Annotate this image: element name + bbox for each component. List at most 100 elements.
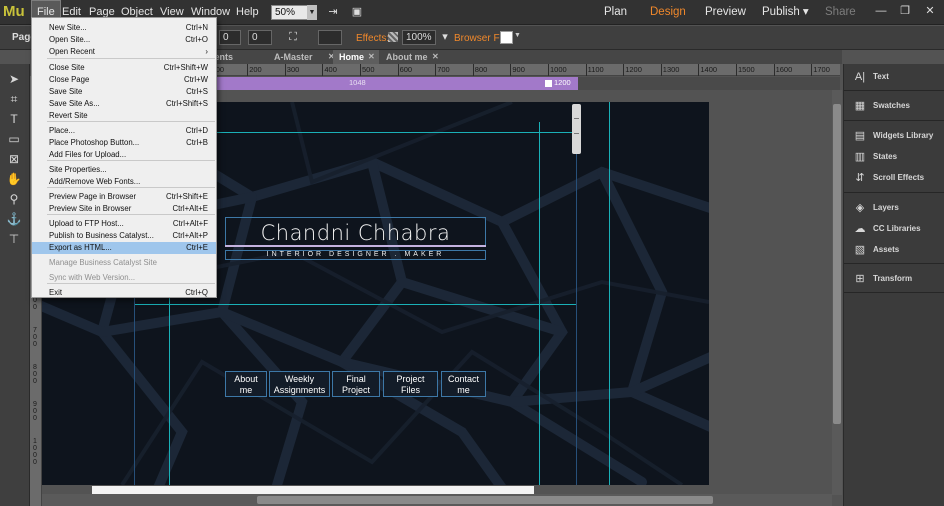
menu-item-export-as-html[interactable]: Export as HTML... Ctrl+E <box>32 242 216 254</box>
anchor-tool-icon[interactable]: ⚓ <box>5 210 23 228</box>
site-title-box[interactable]: Chandni Chhabra <box>225 217 486 247</box>
menu-item-save-site-as[interactable]: Save Site As... Ctrl+Shift+S <box>32 98 216 110</box>
browser-fill-dropdown-icon[interactable]: ▼ <box>514 32 521 39</box>
breakpoint-width-label: 1200 <box>554 78 571 87</box>
layout-guide <box>609 102 610 485</box>
swatches-icon: ▦ <box>854 100 866 112</box>
zoom-dropdown-icon[interactable]: ▼ <box>307 5 317 20</box>
panel-assets[interactable]: ▧ Assets <box>844 241 944 261</box>
view-options-icon[interactable]: ▣ <box>349 5 365 19</box>
browser-fill-swatch[interactable] <box>500 31 513 44</box>
scroll-thumb[interactable] <box>833 104 841 424</box>
divider <box>844 263 944 264</box>
panel-swatches[interactable]: ▦ Swatches <box>844 97 944 117</box>
menu-item-place-photoshop-button[interactable]: Place Photoshop Button... Ctrl+B <box>32 137 216 149</box>
mode-design[interactable]: Design <box>650 0 686 24</box>
menu-item-new-site[interactable]: New Site... Ctrl+N <box>32 22 216 34</box>
ruler-tick <box>472 64 474 76</box>
ruler-tick <box>623 64 625 76</box>
page-navigate-icon[interactable]: ⇥ <box>325 5 341 19</box>
close-icon[interactable]: ✕ <box>368 50 375 64</box>
horizontal-scrollbar[interactable] <box>42 494 832 506</box>
tab-home[interactable]: Home ✕ <box>333 50 379 64</box>
ruler-digit: 7 <box>33 327 37 334</box>
tab-a-master[interactable]: A-Master ✕ <box>268 50 338 64</box>
ruler-label: 900 <box>512 65 525 74</box>
tab-about-me[interactable]: About me ✕ <box>380 50 444 64</box>
menu-item-preview-page-in-browser[interactable]: Preview Page in Browser Ctrl+Shift+E <box>32 191 216 203</box>
site-title: Chandni Chhabra <box>260 221 451 245</box>
panel-widgets-library[interactable]: ▤ Widgets Library <box>844 127 944 147</box>
ruler-tick <box>360 64 361 76</box>
menu-item-upload-to-ftp-host[interactable]: Upload to FTP Host... Ctrl+Alt+F <box>32 218 216 230</box>
menu-item-revert-site[interactable]: Revert Site <box>32 110 216 122</box>
menu-item-place[interactable]: Place... Ctrl+D <box>32 125 216 137</box>
menu-item-add-remove-web-fonts[interactable]: Add/Remove Web Fonts... <box>32 176 216 188</box>
site-subtitle-box[interactable]: INTERIOR DESIGNER . MAKER <box>225 250 486 260</box>
align-tool-icon[interactable]: ⊤ <box>5 230 23 248</box>
scroll-thumb[interactable] <box>257 496 713 504</box>
submenu-arrow-icon: › <box>205 47 208 56</box>
minimize-button[interactable]: — <box>874 2 888 20</box>
panel-layers[interactable]: ◈ Layers <box>844 199 944 219</box>
panel-cc-libraries[interactable]: ☁ CC Libraries <box>844 220 944 240</box>
tab-label: About me <box>386 52 428 62</box>
menu-item-site-properties[interactable]: Site Properties... <box>32 164 216 176</box>
position-field-1[interactable]: 0 <box>219 30 241 45</box>
menu-item-label: Close Site <box>49 63 85 72</box>
maximize-button[interactable]: ❐ <box>898 2 912 20</box>
tab-label: A-Master <box>274 52 313 62</box>
panel-transform[interactable]: ⊞ Transform <box>844 270 944 290</box>
effects-icon[interactable] <box>388 32 398 42</box>
text-tool-icon[interactable]: T <box>5 110 23 128</box>
close-window-button[interactable]: ✕ <box>923 2 937 20</box>
menu-item-open-site[interactable]: Open Site... Ctrl+O <box>32 34 216 46</box>
opacity-dropdown-icon[interactable]: ▾ <box>437 30 453 44</box>
breakpoint-marker[interactable] <box>545 80 552 87</box>
menu-item-exit[interactable]: Exit Ctrl+Q <box>32 287 216 299</box>
panel-text[interactable]: A| Text <box>844 68 944 88</box>
image-frame-tool-icon[interactable]: ⊠ <box>5 150 23 168</box>
menu-item-save-site[interactable]: Save Site Ctrl+S <box>32 86 216 98</box>
size-field[interactable] <box>318 30 342 45</box>
tools-panel: ➤ ⌗ T ▭ ⊠ ✋ ⚲ ⚓ ⊤ <box>0 64 30 506</box>
menu-item-close-page[interactable]: Close Page Ctrl+W <box>32 74 216 86</box>
menu-item-close-site[interactable]: Close Site Ctrl+Shift+W <box>32 62 216 74</box>
divider <box>844 90 944 91</box>
zoom-tool-icon[interactable]: ⚲ <box>5 190 23 208</box>
menu-item-publish-to-business-catalyst[interactable]: Publish to Business Catalyst... Ctrl+Alt+… <box>32 230 216 242</box>
opacity-field[interactable]: 100% <box>402 30 436 45</box>
hand-tool-icon[interactable]: ✋ <box>5 170 23 188</box>
panel-states[interactable]: ▥ States <box>844 148 944 168</box>
ruler-tick <box>773 64 775 76</box>
position-field-2[interactable]: 0 <box>248 30 272 45</box>
layout-guide <box>576 122 577 485</box>
menu-item-preview-site-in-browser[interactable]: Preview Site in Browser Ctrl+Alt+E <box>32 203 216 215</box>
ruler-label: 1000 <box>31 438 39 466</box>
close-icon[interactable]: ✕ <box>432 50 439 64</box>
mode-plan[interactable]: Plan <box>604 0 627 24</box>
selection-tool-icon[interactable]: ➤ <box>5 70 23 88</box>
mode-publish[interactable]: Publish ▾ <box>762 0 809 24</box>
mode-preview[interactable]: Preview <box>705 0 746 24</box>
menu-separator <box>47 58 215 59</box>
crop-tool-icon[interactable]: ⌗ <box>5 90 23 108</box>
menu-help[interactable]: Help <box>231 0 264 24</box>
menu-item-label: Preview Page in Browser <box>49 192 137 201</box>
ruler-label: 1000 <box>550 65 567 74</box>
ruler-tick <box>736 64 737 76</box>
nav-project-files[interactable]: Project Files <box>383 371 438 397</box>
menu-item-shortcut: Ctrl+W <box>183 75 208 84</box>
ruler-tick <box>322 64 324 76</box>
vertical-scrollbar[interactable] <box>832 90 842 495</box>
bounds-icon[interactable]: ⛶ <box>285 30 301 44</box>
nav-contact-me[interactable]: Contact me <box>441 371 486 397</box>
menu-item-open-recent[interactable]: Open Recent › <box>32 46 216 58</box>
nav-about-me[interactable]: About me <box>225 371 267 397</box>
nav-final-project[interactable]: Final Project <box>332 371 380 397</box>
rectangle-tool-icon[interactable]: ▭ <box>5 130 23 148</box>
ruler-label: 1600 <box>775 65 793 74</box>
menu-item-add-files-for-upload[interactable]: Add Files for Upload... <box>32 149 216 161</box>
nav-weekly-assignments[interactable]: Weekly Assignments <box>269 371 330 397</box>
panel-scroll-effects[interactable]: ⇵ Scroll Effects <box>844 169 944 189</box>
